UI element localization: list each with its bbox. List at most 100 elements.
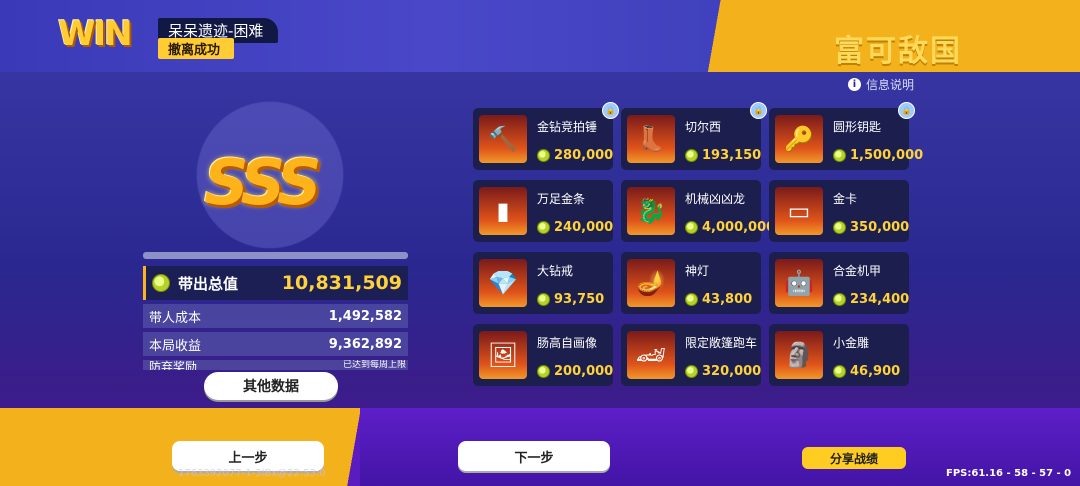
item-card[interactable]: 💎 大钻戒 93,750 bbox=[473, 252, 613, 314]
item-price: 200,000 bbox=[554, 364, 614, 379]
diamond-ring-icon: 💎 bbox=[479, 259, 527, 307]
item-price-row: 4,000,000 bbox=[685, 220, 775, 235]
key-icon: 🔑 bbox=[775, 115, 823, 163]
item-price: 1,500,000 bbox=[850, 148, 924, 163]
lock-icon: 🔒 bbox=[750, 102, 767, 119]
gold-bar-icon: ▮ bbox=[479, 187, 527, 235]
stats-panel: 带出总值 10,831,509 带人成本 1,492,582 本局收益 9,36… bbox=[143, 266, 408, 370]
coin-icon bbox=[685, 365, 698, 378]
item-name: 金卡 bbox=[833, 192, 858, 206]
coin-icon bbox=[685, 149, 698, 162]
item-name: 机械凶凶龙 bbox=[685, 192, 746, 206]
item-price-row: 320,000 bbox=[685, 364, 761, 379]
item-price: 234,400 bbox=[850, 292, 910, 307]
stat-row-cost: 带人成本 1,492,582 bbox=[143, 304, 408, 328]
coin-icon bbox=[833, 365, 846, 378]
item-name: 大钻戒 bbox=[537, 264, 574, 278]
coin-icon bbox=[833, 293, 846, 306]
lock-icon: 🔒 bbox=[602, 102, 619, 119]
coin-icon bbox=[152, 274, 170, 292]
item-card[interactable]: 🐉 机械凶凶龙 4,000,000 bbox=[621, 180, 775, 242]
item-price: 4,000,000 bbox=[702, 220, 776, 235]
coin-icon bbox=[833, 221, 846, 234]
item-card[interactable]: 🖼 肠高自画像 200,000 bbox=[473, 324, 613, 386]
stat-label: 防弃奖励 bbox=[149, 360, 198, 370]
item-card[interactable]: ▮ 万足金条 240,000 bbox=[473, 180, 613, 242]
stat-value: 9,362,892 bbox=[328, 336, 402, 352]
rank-title: 富可敌国 bbox=[834, 34, 962, 69]
coin-icon bbox=[537, 365, 550, 378]
item-price-row: 1,500,000 bbox=[833, 148, 923, 163]
prev-button[interactable]: 上一步 bbox=[172, 441, 324, 471]
escape-status-badge: 撤离成功 bbox=[158, 38, 234, 59]
next-button[interactable]: 下一步 bbox=[458, 441, 610, 471]
other-data-button[interactable]: 其他数据 bbox=[204, 372, 338, 400]
item-card[interactable]: 🔨 金钻竞拍锤 280,000 🔒 bbox=[473, 102, 619, 170]
info-link-label: 信息说明 bbox=[865, 78, 914, 92]
coin-icon bbox=[537, 293, 550, 306]
item-name: 合金机甲 bbox=[833, 264, 882, 278]
info-icon: i bbox=[847, 78, 861, 91]
stat-row-profit: 本局收益 9,362,892 bbox=[143, 332, 408, 356]
coin-icon bbox=[537, 221, 550, 234]
item-price-row: 350,000 bbox=[833, 220, 909, 235]
lock-icon: 🔒 bbox=[898, 102, 915, 119]
item-price: 240,000 bbox=[554, 220, 614, 235]
item-price-row: 240,000 bbox=[537, 220, 613, 235]
stat-value: 1,492,582 bbox=[328, 308, 402, 324]
item-price: 320,000 bbox=[702, 364, 762, 379]
portrait-icon: 🖼 bbox=[479, 331, 527, 379]
info-link[interactable]: i 信息说明 bbox=[847, 76, 914, 93]
share-button[interactable]: 分享战绩 bbox=[802, 447, 906, 469]
mecha-icon: 🤖 bbox=[775, 259, 823, 307]
item-card[interactable]: 🔑 圆形钥匙 1,500,000 🔒 bbox=[769, 102, 923, 170]
progress-bar bbox=[143, 252, 408, 259]
coin-icon bbox=[537, 149, 550, 162]
item-card[interactable]: 🤖 合金机甲 234,400 bbox=[769, 252, 909, 314]
item-card[interactable]: 🪔 神灯 43,800 bbox=[621, 252, 761, 314]
item-price: 43,800 bbox=[702, 292, 753, 307]
gold-statue-icon: 🗿 bbox=[775, 331, 823, 379]
item-price: 46,900 bbox=[850, 364, 901, 379]
rank-grade: SSS bbox=[204, 146, 322, 219]
item-name: 限定敞篷跑车 bbox=[685, 336, 758, 350]
coin-icon bbox=[685, 221, 698, 234]
total-label: 带出总值 bbox=[178, 274, 239, 293]
magic-lamp-icon: 🪔 bbox=[627, 259, 675, 307]
coin-icon bbox=[685, 293, 698, 306]
item-price-row: 200,000 bbox=[537, 364, 613, 379]
fps-readout: FPS:61.16 - 58 - 57 - 0 bbox=[946, 468, 1072, 479]
item-price-row: 234,400 bbox=[833, 292, 909, 307]
item-name: 圆形钥匙 bbox=[833, 120, 882, 134]
coin-icon bbox=[833, 149, 846, 162]
item-card[interactable]: 🏎 限定敞篷跑车 320,000 bbox=[621, 324, 761, 386]
stat-label: 本局收益 bbox=[149, 338, 202, 354]
gold-card-icon: ▭ bbox=[775, 187, 823, 235]
item-card[interactable]: 🗿 小金雕 46,900 bbox=[769, 324, 909, 386]
win-logo: WIN bbox=[58, 14, 133, 54]
boot-icon: 👢 bbox=[627, 115, 675, 163]
item-price-row: 193,150 bbox=[685, 148, 761, 163]
item-price-row: 93,750 bbox=[537, 292, 604, 307]
item-price-row: 280,000 bbox=[537, 148, 613, 163]
item-name: 小金雕 bbox=[833, 336, 870, 350]
weekly-limit-note: 已达到每周上限 bbox=[342, 360, 406, 370]
item-price: 193,150 bbox=[702, 148, 762, 163]
item-price: 280,000 bbox=[554, 148, 614, 163]
stat-label: 带人成本 bbox=[149, 310, 202, 326]
stat-row-clipped: 防弃奖励 已达到每周上限 bbox=[143, 360, 408, 370]
item-price-row: 46,900 bbox=[833, 364, 900, 379]
robot-dragon-icon: 🐉 bbox=[627, 187, 675, 235]
item-name: 神灯 bbox=[685, 264, 710, 278]
total-value: 10,831,509 bbox=[281, 272, 402, 294]
item-price: 93,750 bbox=[554, 292, 605, 307]
item-card[interactable]: ▭ 金卡 350,000 bbox=[769, 180, 909, 242]
item-name: 金钻竞拍锤 bbox=[537, 120, 598, 134]
item-card[interactable]: 👢 切尔西 193,150 🔒 bbox=[621, 102, 767, 170]
sports-car-icon: 🏎 bbox=[627, 331, 675, 379]
hammer-icon: 🔨 bbox=[479, 115, 527, 163]
item-name: 万足金条 bbox=[537, 192, 586, 206]
item-name: 切尔西 bbox=[685, 120, 722, 134]
item-price: 350,000 bbox=[850, 220, 910, 235]
uid-text: 1763392077-1-3lBx@22:53:0 bbox=[178, 468, 326, 479]
